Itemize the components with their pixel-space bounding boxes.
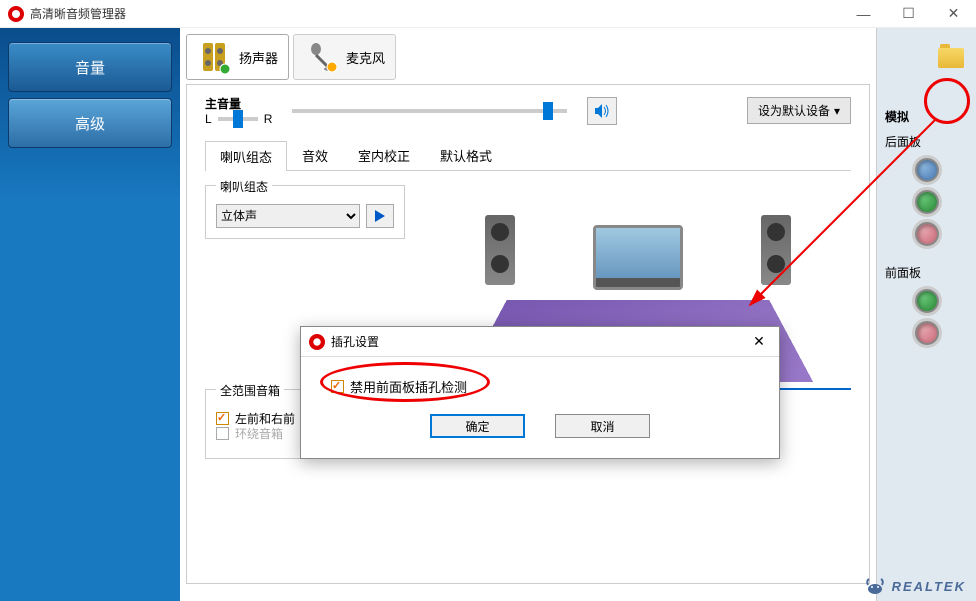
back-jack-pink[interactable] <box>915 222 939 246</box>
sub-tab-sound-effect[interactable]: 音效 <box>287 140 343 170</box>
speaker-icon <box>197 39 233 75</box>
main-volume-section: 主音量 L R 设为默认设备 ▾ <box>205 95 851 126</box>
play-test-button[interactable] <box>366 204 394 228</box>
jack-panel: 模拟 后面板 前面板 <box>876 28 976 601</box>
app-icon <box>8 6 24 22</box>
left-speaker-graphic[interactable] <box>485 215 515 285</box>
set-default-device-button[interactable]: 设为默认设备 ▾ <box>747 97 851 124</box>
speaker-config-group: 喇叭组态 立体声 <box>205 185 405 239</box>
right-speaker-graphic[interactable] <box>761 215 791 285</box>
realtek-logo-icon <box>864 575 886 597</box>
maximize-button[interactable]: ☐ <box>886 0 931 28</box>
front-jack-pink[interactable] <box>915 321 939 345</box>
mute-button[interactable] <box>587 97 617 125</box>
play-icon <box>373 209 387 223</box>
connector-settings-dialog: 插孔设置 ✕ 禁用前面板插孔检测 确定 取消 <box>300 326 780 459</box>
full-range-legend: 全范围音箱 <box>216 382 284 399</box>
minimize-button[interactable]: — <box>841 0 886 28</box>
content-area: 扬声器 麦克风 主音量 L R <box>180 28 876 601</box>
sidebar: 音量 高级 <box>0 28 180 601</box>
back-jack-green[interactable] <box>915 190 939 214</box>
microphone-icon <box>304 39 340 75</box>
checkbox-checked-icon <box>331 380 344 393</box>
dialog-cancel-button[interactable]: 取消 <box>555 414 650 438</box>
tab-microphone[interactable]: 麦克风 <box>293 34 396 80</box>
balance-right-label: R <box>264 112 273 126</box>
titlebar: 高清晰音频管理器 — ☐ ✕ <box>0 0 976 28</box>
footer-brand: REALTEK <box>864 575 966 597</box>
back-panel-label: 后面板 <box>885 133 968 150</box>
balance-left-label: L <box>205 112 212 126</box>
dialog-ok-button[interactable]: 确定 <box>430 414 525 438</box>
dialog-close-button[interactable]: ✕ <box>747 333 771 350</box>
sound-icon <box>593 102 611 120</box>
close-button[interactable]: ✕ <box>931 0 976 28</box>
connector-settings-button[interactable] <box>938 48 964 68</box>
chevron-down-icon: ▾ <box>834 104 840 118</box>
window-controls: — ☐ ✕ <box>841 0 976 28</box>
monitor-graphic <box>593 225 683 290</box>
sub-tabs: 喇叭组态 音效 室内校正 默认格式 <box>205 140 851 171</box>
tab-speaker-label: 扬声器 <box>239 48 278 67</box>
sidebar-advanced-button[interactable]: 高级 <box>8 98 172 148</box>
window-title: 高清晰音频管理器 <box>30 5 126 22</box>
front-panel-label: 前面板 <box>885 264 968 281</box>
analog-label: 模拟 <box>885 108 968 125</box>
speaker-config-select[interactable]: 立体声 <box>216 204 360 228</box>
sub-tab-speaker-config[interactable]: 喇叭组态 <box>205 141 287 171</box>
checkbox-disable-front-jack-detection[interactable]: 禁用前面板插孔检测 <box>331 377 749 396</box>
sub-tab-default-format[interactable]: 默认格式 <box>425 140 507 170</box>
balance-control[interactable]: L R <box>205 112 272 126</box>
tab-speaker[interactable]: 扬声器 <box>186 34 289 80</box>
dialog-title: 插孔设置 <box>331 333 747 350</box>
back-jack-blue[interactable] <box>915 158 939 182</box>
volume-slider[interactable] <box>292 109 567 113</box>
front-jack-green[interactable] <box>915 289 939 313</box>
checkbox-unchecked-icon <box>216 427 229 440</box>
tab-microphone-label: 麦克风 <box>346 48 385 67</box>
device-tabs: 扬声器 麦克风 <box>186 34 870 80</box>
sidebar-volume-button[interactable]: 音量 <box>8 42 172 92</box>
checkbox-checked-icon <box>216 412 229 425</box>
speaker-config-legend: 喇叭组态 <box>216 178 272 195</box>
main-volume-label: 主音量 <box>205 95 255 112</box>
dialog-app-icon <box>309 334 325 350</box>
sub-tab-room-correction[interactable]: 室内校正 <box>343 140 425 170</box>
